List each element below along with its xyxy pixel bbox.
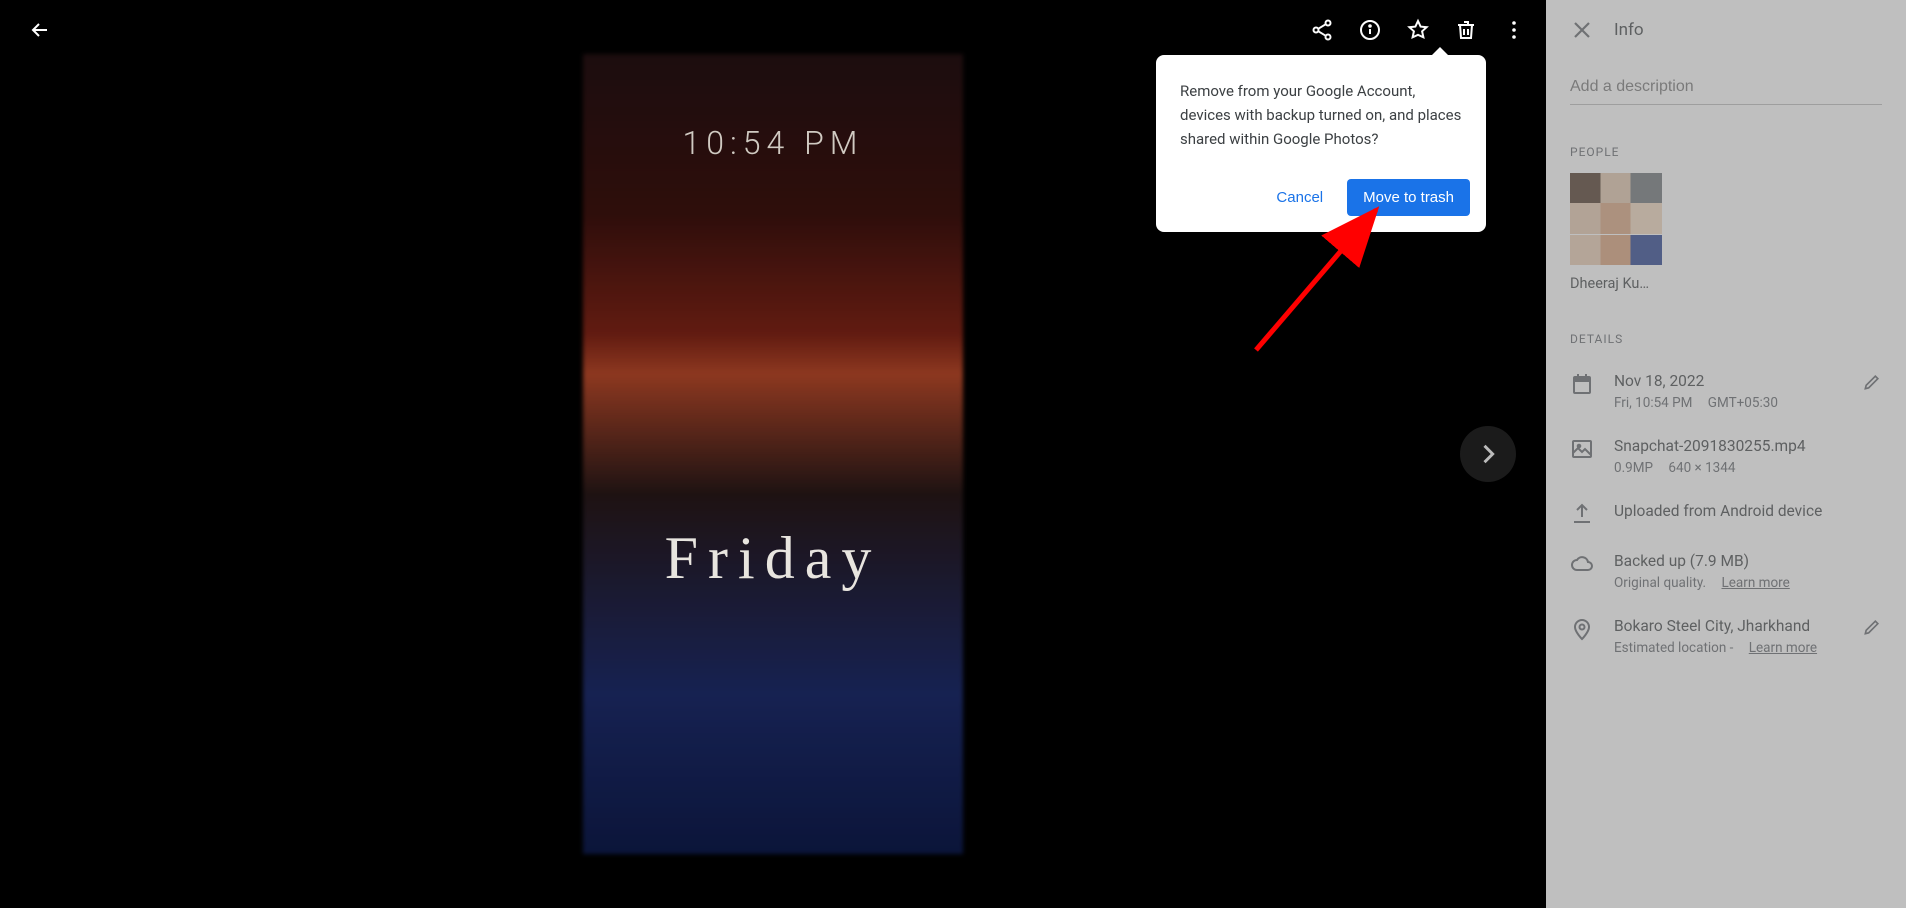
location-learn-more-link[interactable]: Learn more	[1749, 640, 1817, 656]
upload-text: Uploaded from Android device	[1614, 502, 1882, 520]
backup-learn-more-link[interactable]: Learn more	[1721, 575, 1789, 591]
backup-title: Backed up (7.9 MB)	[1614, 552, 1882, 570]
info-title: Info	[1614, 20, 1644, 40]
backup-quality: Original quality.	[1614, 575, 1706, 591]
people-label: PEOPLE	[1570, 145, 1882, 159]
delete-icon[interactable]	[1442, 6, 1490, 54]
location-icon	[1570, 617, 1594, 641]
location-est: Estimated location -	[1614, 640, 1733, 656]
details-label: DETAILS	[1570, 332, 1882, 346]
person-thumbnail[interactable]	[1570, 173, 1662, 265]
location-place: Bokaro Steel City, Jharkhand	[1614, 617, 1842, 635]
image-icon	[1570, 437, 1594, 461]
detail-location: Bokaro Steel City, Jharkhand Estimated l…	[1570, 617, 1882, 656]
photo-content	[583, 54, 963, 854]
date-tz: GMT+05:30	[1708, 395, 1778, 411]
cancel-button[interactable]: Cancel	[1260, 179, 1339, 216]
move-to-trash-button[interactable]: Move to trash	[1347, 179, 1470, 216]
back-button[interactable]	[16, 6, 64, 54]
photo-viewer: 10:54 PM Friday Remove from your Google …	[0, 0, 1546, 908]
share-icon[interactable]	[1298, 6, 1346, 54]
detail-date: Nov 18, 2022 Fri, 10:54 PM GMT+05:30	[1570, 372, 1882, 411]
detail-upload: Uploaded from Android device	[1570, 502, 1882, 526]
file-name: Snapchat-2091830255.mp4	[1614, 437, 1882, 455]
description-input[interactable]	[1570, 70, 1882, 105]
edit-date-button[interactable]	[1862, 372, 1882, 396]
close-info-button[interactable]	[1570, 18, 1594, 42]
edit-location-button[interactable]	[1862, 617, 1882, 641]
dialog-message: Remove from your Google Account, devices…	[1180, 79, 1478, 151]
detail-file: Snapchat-2091830255.mp4 0.9MP 640 × 1344	[1570, 437, 1882, 476]
calendar-icon	[1570, 372, 1594, 396]
person-name: Dheeraj Ku…	[1570, 275, 1662, 292]
upload-icon	[1570, 502, 1594, 526]
detail-backup: Backed up (7.9 MB) Original quality. Lea…	[1570, 552, 1882, 591]
file-mp: 0.9MP	[1614, 460, 1653, 476]
next-photo-button[interactable]	[1460, 426, 1516, 482]
date-value: Nov 18, 2022	[1614, 372, 1842, 390]
cloud-icon	[1570, 552, 1594, 576]
more-icon[interactable]	[1490, 6, 1538, 54]
file-dims: 640 × 1344	[1668, 460, 1735, 476]
delete-confirm-dialog: Remove from your Google Account, devices…	[1156, 55, 1486, 232]
info-icon[interactable]	[1346, 6, 1394, 54]
info-panel: Info PEOPLE Dheeraj Ku… DETAILS Nov 18, …	[1546, 0, 1906, 908]
date-day-time: Fri, 10:54 PM	[1614, 395, 1692, 411]
